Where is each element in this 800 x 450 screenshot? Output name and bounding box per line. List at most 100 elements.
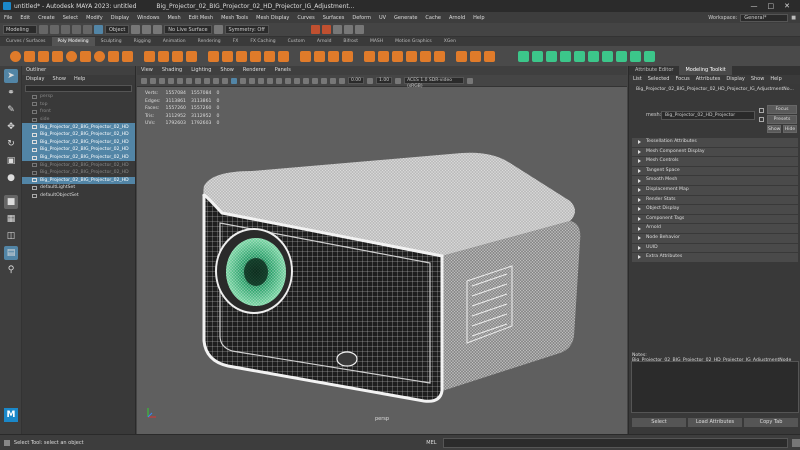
uv-planar-icon[interactable] [532,50,543,62]
resolution-gate-icon[interactable] [195,77,201,84]
save-scene-icon[interactable] [61,25,70,34]
triangulate-icon[interactable] [456,50,467,62]
poke-icon[interactable] [434,50,445,62]
viewport-menu-panels[interactable]: Panels [275,66,291,75]
menu-mesh-display[interactable]: Mesh Display [252,15,293,21]
outliner-item[interactable]: defaultObjectSet [22,192,135,200]
shelf-tab-arnold[interactable]: Arnold [311,37,338,46]
combine-icon[interactable] [144,50,155,62]
camera-select-icon[interactable] [141,77,147,84]
menu-generate[interactable]: Generate [390,15,421,21]
render-settings-icon[interactable] [332,25,342,34]
viewport-menu-renderer[interactable]: Renderer [243,66,266,75]
menu-modify[interactable]: Modify [82,15,107,21]
outliner-item[interactable]: top [22,101,135,109]
platonic-solid-icon[interactable] [108,50,119,62]
shelf-tab-rendering[interactable]: Rendering [192,37,227,46]
menu-display[interactable]: Display [107,15,133,21]
arnold-render-icon[interactable] [354,25,364,34]
flip-edge-icon[interactable] [406,50,417,62]
lights-icon[interactable] [258,77,264,84]
safe-action-icon[interactable] [222,77,228,84]
motion-blur-icon[interactable] [285,77,291,84]
menu-mesh-tools[interactable]: Mesh Tools [217,15,252,21]
lasso-tool-icon[interactable]: ⚭ [4,86,18,100]
layout-two-icon[interactable]: ◫ [4,229,18,243]
poly-cylinder-icon[interactable] [38,50,49,62]
exposure-field[interactable]: 0.00 [348,77,365,84]
color-management-icon[interactable] [395,77,402,84]
outliner-item[interactable]: Big_Projector_02_BIG_Projector_02_HD [22,161,135,169]
color-space-select[interactable]: ACES 1.0 SDR-video (sRGB) [404,77,465,89]
shelf-tab-custom[interactable]: Custom [282,37,311,46]
super-shape-icon[interactable] [122,50,133,62]
last-tool-icon[interactable]: ● [4,171,18,185]
section-arnold[interactable]: Arnold [632,224,798,233]
shelf-tab-poly-modeling[interactable]: Poly Modeling [51,37,95,46]
script-editor-icon[interactable] [792,438,800,447]
shelf-tab-curves-surfaces[interactable]: Curves / Surfaces [0,37,52,46]
section-smooth-mesh[interactable]: Smooth Mesh [632,176,798,185]
ipr-render-icon[interactable] [321,25,331,34]
minimize-icon[interactable]: — [751,2,758,10]
section-tessellation-attributes[interactable]: Tessellation Attributes [632,138,798,147]
shelf-tab-animation[interactable]: Animation [157,37,192,46]
uv-automatic-icon[interactable] [546,50,557,62]
image-plane-icon[interactable] [168,77,174,84]
uv-cut-icon[interactable] [588,50,599,62]
object-mode-select[interactable]: Object [105,25,130,34]
isolate-select-icon[interactable] [312,77,318,84]
menu-file[interactable]: File [0,15,16,21]
viewport-menu-shading[interactable]: Shading [162,66,182,75]
merge-icon[interactable] [364,50,375,62]
mesh-name-field[interactable]: Big_Projector_02_HD_Projector [661,111,755,120]
outliner-menu-show[interactable]: Show [52,75,66,84]
load-attributes-button[interactable]: Load Attributes [688,418,742,427]
grid-icon[interactable] [177,77,183,84]
section-component-tags[interactable]: Component Tags [632,214,798,224]
collapse-icon[interactable] [378,50,389,62]
target-weld-icon[interactable] [314,50,325,62]
notes-text-area[interactable] [631,361,799,413]
snap-point-icon[interactable] [153,25,163,34]
menu-surfaces[interactable]: Surfaces [319,15,349,21]
menu-mesh[interactable]: Mesh [163,15,184,21]
menu-deform[interactable]: Deform [348,15,375,21]
paint-select-tool-icon[interactable]: ✎ [4,103,18,117]
menu-uv[interactable]: UV [375,15,390,21]
append-icon[interactable] [278,50,289,62]
workspace-select[interactable]: General* [740,13,789,22]
scale-tool-icon[interactable]: ▣ [4,154,18,168]
outliner-item[interactable]: side [22,116,135,124]
open-scene-icon[interactable] [50,25,59,34]
fill-hole-icon[interactable] [264,50,275,62]
rotate-tool-icon[interactable]: ↻ [4,137,18,151]
shelf-tab-rigging[interactable]: Rigging [128,37,157,46]
outliner-item[interactable]: Big_Projector_02_BIG_Projector_02_HD [22,123,135,131]
wireframe-icon[interactable] [231,77,237,84]
section-displacement-map[interactable]: Displacement Map [632,185,798,195]
mesh-sync-icon[interactable] [759,108,764,113]
menu-help[interactable]: Help [469,15,488,21]
hypershade-icon[interactable] [343,25,353,34]
separate-icon[interactable] [158,50,169,62]
ambient-occlusion-icon[interactable] [276,77,282,84]
multi-cut-icon[interactable] [300,50,311,62]
section-render-stats[interactable]: Render Stats [632,195,798,205]
menu-set-select[interactable]: Modeling [3,25,37,34]
menu-cache[interactable]: Cache [421,15,445,21]
gamma-field[interactable]: 1.00 [376,77,393,84]
outliner-item[interactable]: Big_Projector_02_BIG_Projector_02_HD [22,146,135,154]
exposure-icon[interactable] [339,77,345,84]
connect-icon[interactable] [328,50,339,62]
presets-button[interactable]: Presets [767,115,797,124]
section-node-behavior[interactable]: Node Behavior [632,233,798,243]
shelf-tab-fx-caching[interactable]: FX Caching [244,37,281,46]
shelf-tab-sculpting[interactable]: Sculpting [95,37,128,46]
live-surface-field[interactable]: No Live Surface [164,25,212,34]
viewport-menu-lighting[interactable]: Lighting [191,66,211,75]
command-input[interactable] [442,437,789,448]
ae-menu-show[interactable]: Show [751,75,765,84]
hide-button[interactable]: Hide [783,125,797,133]
search-icon[interactable]: ⚲ [4,263,18,277]
